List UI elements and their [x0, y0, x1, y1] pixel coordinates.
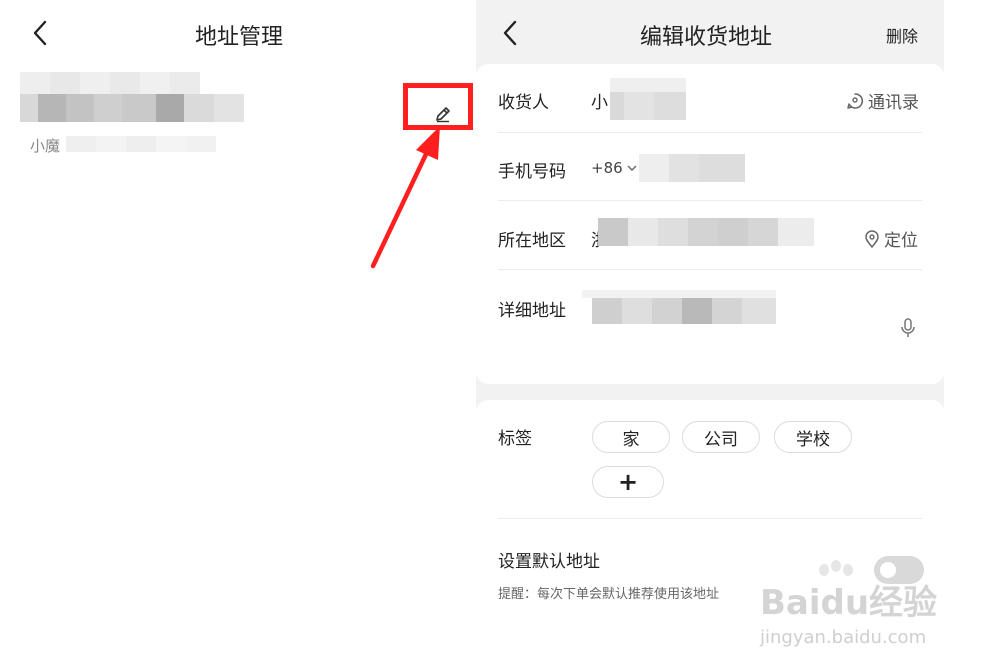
recipient-input[interactable]: 小 — [591, 88, 608, 113]
contacts-icon — [847, 92, 864, 109]
default-address-label: 设置默认地址 — [498, 552, 600, 572]
blurred-phone-number — [639, 154, 745, 182]
detail-address-input[interactable] — [582, 290, 776, 326]
tag-school[interactable]: 学校 — [774, 421, 852, 453]
locate-button[interactable]: 定位 — [864, 226, 918, 251]
phone-label: 手机号码 — [498, 162, 566, 182]
edit-address-screen: 编辑收货地址 删除 收货人 小 通讯录 手机号码 +86 所在地区 定位 详细地… — [476, 0, 944, 672]
back-arrow-icon[interactable] — [500, 18, 520, 48]
page-title: 地址管理 — [195, 25, 284, 50]
detail-address-label: 详细地址 — [498, 301, 566, 321]
chevron-down-icon — [627, 165, 637, 171]
blurred-recipient-name — [610, 78, 686, 120]
divider — [498, 200, 922, 201]
paw-logo-icon — [819, 560, 853, 576]
back-arrow-icon[interactable] — [30, 18, 50, 48]
country-code-selector[interactable]: +86 — [591, 159, 637, 177]
tag-home[interactable]: 家 — [592, 421, 670, 453]
add-tag-button[interactable]: + — [592, 466, 664, 498]
divider — [498, 518, 922, 519]
tag-company[interactable]: 公司 — [682, 421, 760, 453]
delete-button[interactable]: 删除 — [886, 23, 918, 47]
address-management-screen: 地址管理 小魔 — [0, 0, 476, 672]
locate-label: 定位 — [884, 231, 918, 251]
contacts-button[interactable]: 通讯录 — [846, 88, 919, 113]
default-address-hint: 提醒：每次下单会默认推荐使用该地址 — [498, 587, 720, 602]
region-label: 所在地区 — [498, 231, 566, 251]
divider — [498, 269, 922, 270]
recipient-label: 收货人 — [498, 93, 549, 113]
country-code: +86 — [591, 159, 623, 177]
address-form-card: 收货人 小 通讯录 手机号码 +86 所在地区 定位 详细地址 — [476, 64, 944, 384]
tags-label: 标签 — [498, 429, 532, 449]
blurred-address-text — [20, 72, 244, 122]
page-title: 编辑收货地址 — [640, 25, 773, 50]
location-pin-icon — [865, 229, 879, 248]
watermark-url: jingyan.baidu.com — [760, 627, 927, 648]
recipient-name: 小魔 — [30, 137, 61, 155]
microphone-icon[interactable] — [900, 317, 916, 343]
contacts-label: 通讯录 — [868, 93, 919, 113]
annotation-arrow-icon — [370, 126, 440, 269]
blurred-phone-text — [66, 136, 216, 152]
blurred-region-text — [598, 218, 814, 246]
divider — [498, 132, 922, 133]
